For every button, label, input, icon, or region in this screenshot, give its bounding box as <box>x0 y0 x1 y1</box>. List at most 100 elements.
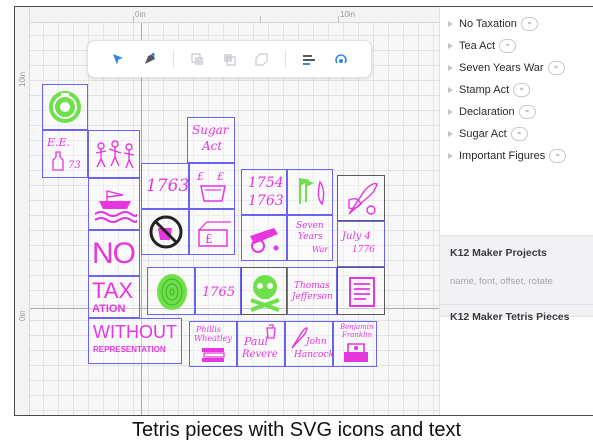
piece-text: 1754 <box>248 175 284 191</box>
link-icon[interactable]: ⌗ <box>520 17 538 31</box>
weld-icon[interactable] <box>332 50 350 68</box>
disclosure-triangle-icon[interactable] <box>448 109 453 115</box>
stamp-box-icon: £ <box>198 221 231 247</box>
piece-crowd[interactable] <box>88 130 140 178</box>
ruler-tick <box>260 16 261 23</box>
layer-label: Sugar Act <box>459 128 507 140</box>
piece-pound-sugar[interactable]: £ £ <box>189 163 235 209</box>
ruler-tick <box>338 16 339 23</box>
layers-panel: No Taxation ⌗ Tea Act ⌗ Seven Years War … <box>439 7 593 415</box>
node-edit-icon[interactable] <box>141 50 159 68</box>
piece-sugar-act[interactable]: Sugar Act <box>187 117 235 163</box>
piece-paul-revere[interactable]: Paul Revere <box>237 321 285 367</box>
piece-quill-scroll[interactable] <box>337 175 385 221</box>
piece-text: Franklin <box>342 331 373 339</box>
piece-ee-73[interactable]: E.E. 73 <box>42 130 88 178</box>
combine-icon[interactable] <box>253 50 271 68</box>
layer-label: Stamp Act <box>459 84 510 96</box>
layer-label: No Taxation <box>459 18 517 30</box>
piece-text: Thomas <box>294 281 330 291</box>
piece-1754-1763[interactable]: 1754 1763 <box>241 169 287 215</box>
thumbprint-icon <box>157 274 187 310</box>
skull-crossbones-icon <box>250 275 280 312</box>
piece-no-tea[interactable] <box>141 209 189 255</box>
link-icon[interactable]: ⌗ <box>499 39 517 53</box>
select-arrow-icon[interactable] <box>109 50 127 68</box>
layer-stamp-act[interactable]: Stamp Act ⌗ <box>448 80 531 100</box>
project-title[interactable]: K12 Maker Projects <box>450 247 547 259</box>
piece-text: Sugar <box>192 123 229 137</box>
cannon-icon <box>250 228 279 253</box>
piece-text: War <box>312 245 329 254</box>
disclosure-triangle-icon[interactable] <box>448 131 453 137</box>
piece-no[interactable]: NO <box>88 230 140 276</box>
piece-thomas-jefferson[interactable]: Thomas Jefferson <box>287 267 337 315</box>
link-icon[interactable]: ⌗ <box>510 127 528 141</box>
piece-text: Paul <box>244 335 269 348</box>
piece-text: 1776 <box>352 245 375 255</box>
prohibited-icon <box>149 215 183 249</box>
layer-tea-act[interactable]: Tea Act ⌗ <box>448 36 517 56</box>
piece-text: Hancock <box>294 350 334 360</box>
piece-seven-years-war[interactable]: Seven Years War <box>287 215 333 261</box>
layer-sugar-act[interactable]: Sugar Act ⌗ <box>448 124 528 144</box>
piece-july-4-1776[interactable]: July 4 1776 <box>337 221 385 267</box>
piece-text: ATION <box>92 303 126 315</box>
disclosure-triangle-icon[interactable] <box>448 65 453 71</box>
piece-phillis-wheatley[interactable]: Phillis Wheatley <box>189 321 237 367</box>
layer-no-taxation[interactable]: No Taxation ⌗ <box>448 14 538 34</box>
piece-green-seal[interactable] <box>42 84 88 130</box>
group-icon[interactable] <box>188 50 206 68</box>
layer-declaration[interactable]: Declaration ⌗ <box>448 102 536 122</box>
disclosure-triangle-icon[interactable] <box>448 43 453 49</box>
link-icon[interactable]: ⌗ <box>547 61 565 75</box>
layer-label: Tea Act <box>459 40 496 52</box>
align-icon[interactable] <box>300 50 318 68</box>
layer-label: Declaration <box>459 106 515 118</box>
layer-label: Seven Years War <box>459 62 544 74</box>
piece-text: WITHOUT <box>93 322 177 342</box>
piece-flags[interactable] <box>287 169 333 215</box>
piece-text: Years <box>298 232 323 242</box>
piece-declaration-scroll[interactable] <box>337 267 385 315</box>
ungroup-icon[interactable] <box>220 50 238 68</box>
piece-cannon[interactable] <box>241 215 287 261</box>
project-subtitle: name, font, offset, rotate <box>450 276 553 287</box>
seal-icon <box>49 91 81 123</box>
link-icon[interactable]: ⌗ <box>549 149 567 163</box>
piece-john-hancock[interactable]: John Hancock <box>285 321 334 367</box>
svg-text:£: £ <box>196 170 204 183</box>
piece-text: Phillis <box>196 325 221 334</box>
piece-skull[interactable] <box>241 267 287 315</box>
piece-benjamin-franklin[interactable]: Benjamin Franklin <box>333 321 377 367</box>
piece-text: Wheatley <box>194 334 232 343</box>
sugar-bag-icon: £ £ <box>196 170 226 202</box>
floating-toolbar <box>87 40 372 78</box>
layer-seven-years-war[interactable]: Seven Years War ⌗ <box>448 58 565 78</box>
piece-text: Benjamin <box>340 323 374 331</box>
ruler-label: 10in <box>340 10 356 19</box>
disclosure-triangle-icon[interactable] <box>448 87 453 93</box>
piece-text: July 4 <box>342 231 371 242</box>
piece-green-thumbprint[interactable] <box>147 267 195 315</box>
disclosure-triangle-icon[interactable] <box>448 21 453 27</box>
piece-1765[interactable]: 1765 <box>195 267 241 315</box>
ruler-label: 0in <box>18 310 27 321</box>
disclosure-triangle-icon[interactable] <box>448 153 453 159</box>
books-icon <box>202 348 225 362</box>
piece-taxation[interactable]: TAX ATION <box>88 276 140 318</box>
design-canvas[interactable]: 0in 10in 10in 0in E.E. 73 NO TAX ATION W… <box>15 7 439 415</box>
project-title[interactable]: K12 Maker Tetris Pieces <box>450 311 569 323</box>
layer-important-figures[interactable]: Important Figures ⌗ <box>448 146 567 166</box>
flags-icon <box>299 178 325 206</box>
link-icon[interactable]: ⌗ <box>513 83 531 97</box>
figure-caption: Tetris pieces with SVG icons and text <box>131 419 462 441</box>
piece-text: E.E. <box>47 136 71 149</box>
piece-stamp[interactable]: £ <box>189 209 235 255</box>
piece-without-representation[interactable]: WITHOUT REPRESENTATION <box>88 318 182 364</box>
divider <box>440 304 593 305</box>
toolbar-separator <box>173 51 175 67</box>
piece-1763[interactable]: 1763 <box>141 163 189 209</box>
link-icon[interactable]: ⌗ <box>518 105 536 119</box>
piece-ship[interactable] <box>88 178 140 230</box>
